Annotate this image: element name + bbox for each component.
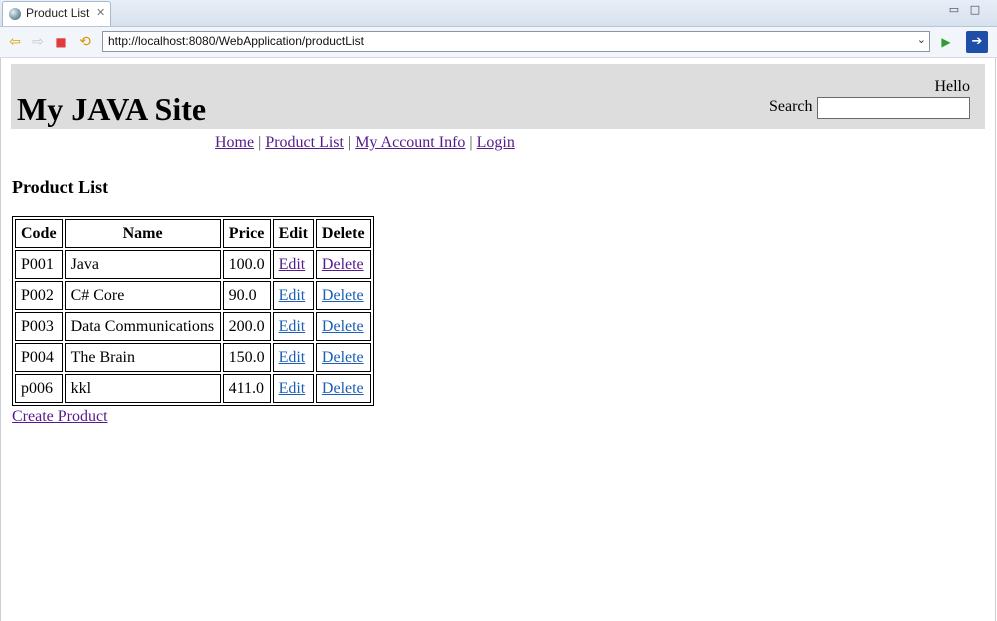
delete-link[interactable]: Delete — [322, 256, 364, 273]
edit-link[interactable]: Edit — [279, 349, 306, 366]
search-input[interactable] — [817, 97, 970, 119]
nav-login[interactable]: Login — [477, 134, 515, 151]
tab-title: Product List — [26, 6, 90, 20]
cell-code: P001 — [15, 250, 63, 279]
stop-icon[interactable]: ■ — [53, 34, 69, 50]
table-row: P003 Data Communications 200.0 Edit Dele… — [15, 312, 371, 341]
nav-separator: | — [258, 134, 262, 151]
cell-edit: Edit — [272, 374, 314, 403]
delete-link[interactable]: Delete — [322, 318, 364, 335]
page-title: Product List — [12, 177, 109, 197]
cell-price: 100.0 — [222, 250, 271, 279]
table-row: P002 C# Core 90.0 Edit Delete — [15, 281, 371, 310]
go-icon[interactable]: ▶ — [938, 34, 954, 50]
back-icon[interactable]: ⇦ — [7, 34, 23, 50]
cell-edit: Edit — [272, 343, 314, 372]
cell-name: The Brain — [64, 343, 221, 372]
cell-name: C# Core — [64, 281, 221, 310]
page-viewport: My JAVA Site Hello Search Home | Product L… — [0, 58, 996, 621]
cell-delete: Delete — [315, 343, 371, 372]
cell-edit: Edit — [272, 312, 314, 341]
table-header-row: Code Name Price Edit Delete — [15, 219, 371, 248]
cell-name: Data Communications — [64, 312, 221, 341]
edit-link[interactable]: Edit — [279, 318, 306, 335]
tab-product-list[interactable]: Product List ✕ — [2, 1, 111, 26]
cell-edit: Edit — [272, 250, 314, 279]
nav-separator: | — [469, 134, 473, 151]
cell-price: 200.0 — [222, 312, 271, 341]
close-icon[interactable]: ✕ — [96, 6, 105, 19]
cell-delete: Delete — [315, 281, 371, 310]
cell-name: kkl — [64, 374, 221, 403]
cell-price: 411.0 — [222, 374, 271, 403]
cell-name: Java — [64, 250, 221, 279]
refresh-icon[interactable]: ⟲ — [77, 34, 93, 50]
column-header-code: Code — [15, 219, 63, 248]
main-nav: Home | Product List | My Account Info | Login — [215, 134, 515, 152]
column-header-delete: Delete — [315, 219, 371, 248]
edit-link[interactable]: Edit — [279, 287, 306, 304]
cell-delete: Delete — [315, 250, 371, 279]
column-header-name: Name — [64, 219, 221, 248]
column-header-price: Price — [222, 219, 271, 248]
cell-code: P002 — [15, 281, 63, 310]
cell-edit: Edit — [272, 281, 314, 310]
cell-price: 90.0 — [222, 281, 271, 310]
delete-link[interactable]: Delete — [322, 287, 364, 304]
nav-my-account-info[interactable]: My Account Info — [355, 134, 465, 151]
delete-link[interactable]: Delete — [322, 380, 364, 397]
create-product-link[interactable]: Create Product — [12, 408, 108, 426]
cell-code: p006 — [15, 374, 63, 403]
site-title: My JAVA Site — [17, 91, 207, 127]
minimize-icon[interactable]: ▭ — [947, 3, 961, 17]
cell-price: 150.0 — [222, 343, 271, 372]
forward-icon[interactable]: ⇨ — [30, 34, 46, 50]
product-table: Code Name Price Edit Delete P001 Java 10… — [12, 216, 374, 406]
cell-code: P004 — [15, 343, 63, 372]
globe-icon — [9, 8, 21, 20]
url-bar[interactable]: http://localhost:8080/WebApplication/pro… — [102, 31, 930, 52]
nav-product-list[interactable]: Product List — [265, 134, 344, 151]
table-row: P001 Java 100.0 Edit Delete — [15, 250, 371, 279]
url-text[interactable]: http://localhost:8080/WebApplication/pro… — [108, 34, 364, 48]
table-row: p006 kkl 411.0 Edit Delete — [15, 374, 371, 403]
search-label: Search — [769, 98, 813, 115]
greeting-text: Hello — [934, 78, 970, 95]
chevron-down-icon[interactable]: ⌄ — [917, 33, 926, 46]
nav-separator: | — [347, 134, 352, 151]
cell-delete: Delete — [315, 374, 371, 403]
nav-home[interactable]: Home — [215, 134, 254, 151]
maximize-icon[interactable]: □ — [968, 3, 982, 17]
table-row: P004 The Brain 150.0 Edit Delete — [15, 343, 371, 372]
edit-link[interactable]: Edit — [279, 380, 306, 397]
site-header: My JAVA Site Hello Search — [11, 64, 985, 129]
delete-link[interactable]: Delete — [322, 349, 364, 366]
open-external-icon[interactable]: ➔ — [966, 31, 988, 53]
column-header-edit: Edit — [272, 219, 314, 248]
edit-link[interactable]: Edit — [279, 256, 306, 273]
cell-delete: Delete — [315, 312, 371, 341]
browser-toolbar: ⇦ ⇨ ■ ⟲ http://localhost:8080/WebApplica… — [0, 27, 997, 58]
cell-code: P003 — [15, 312, 63, 341]
editor-tab-strip: Product List ✕ ▭ □ — [0, 0, 997, 27]
